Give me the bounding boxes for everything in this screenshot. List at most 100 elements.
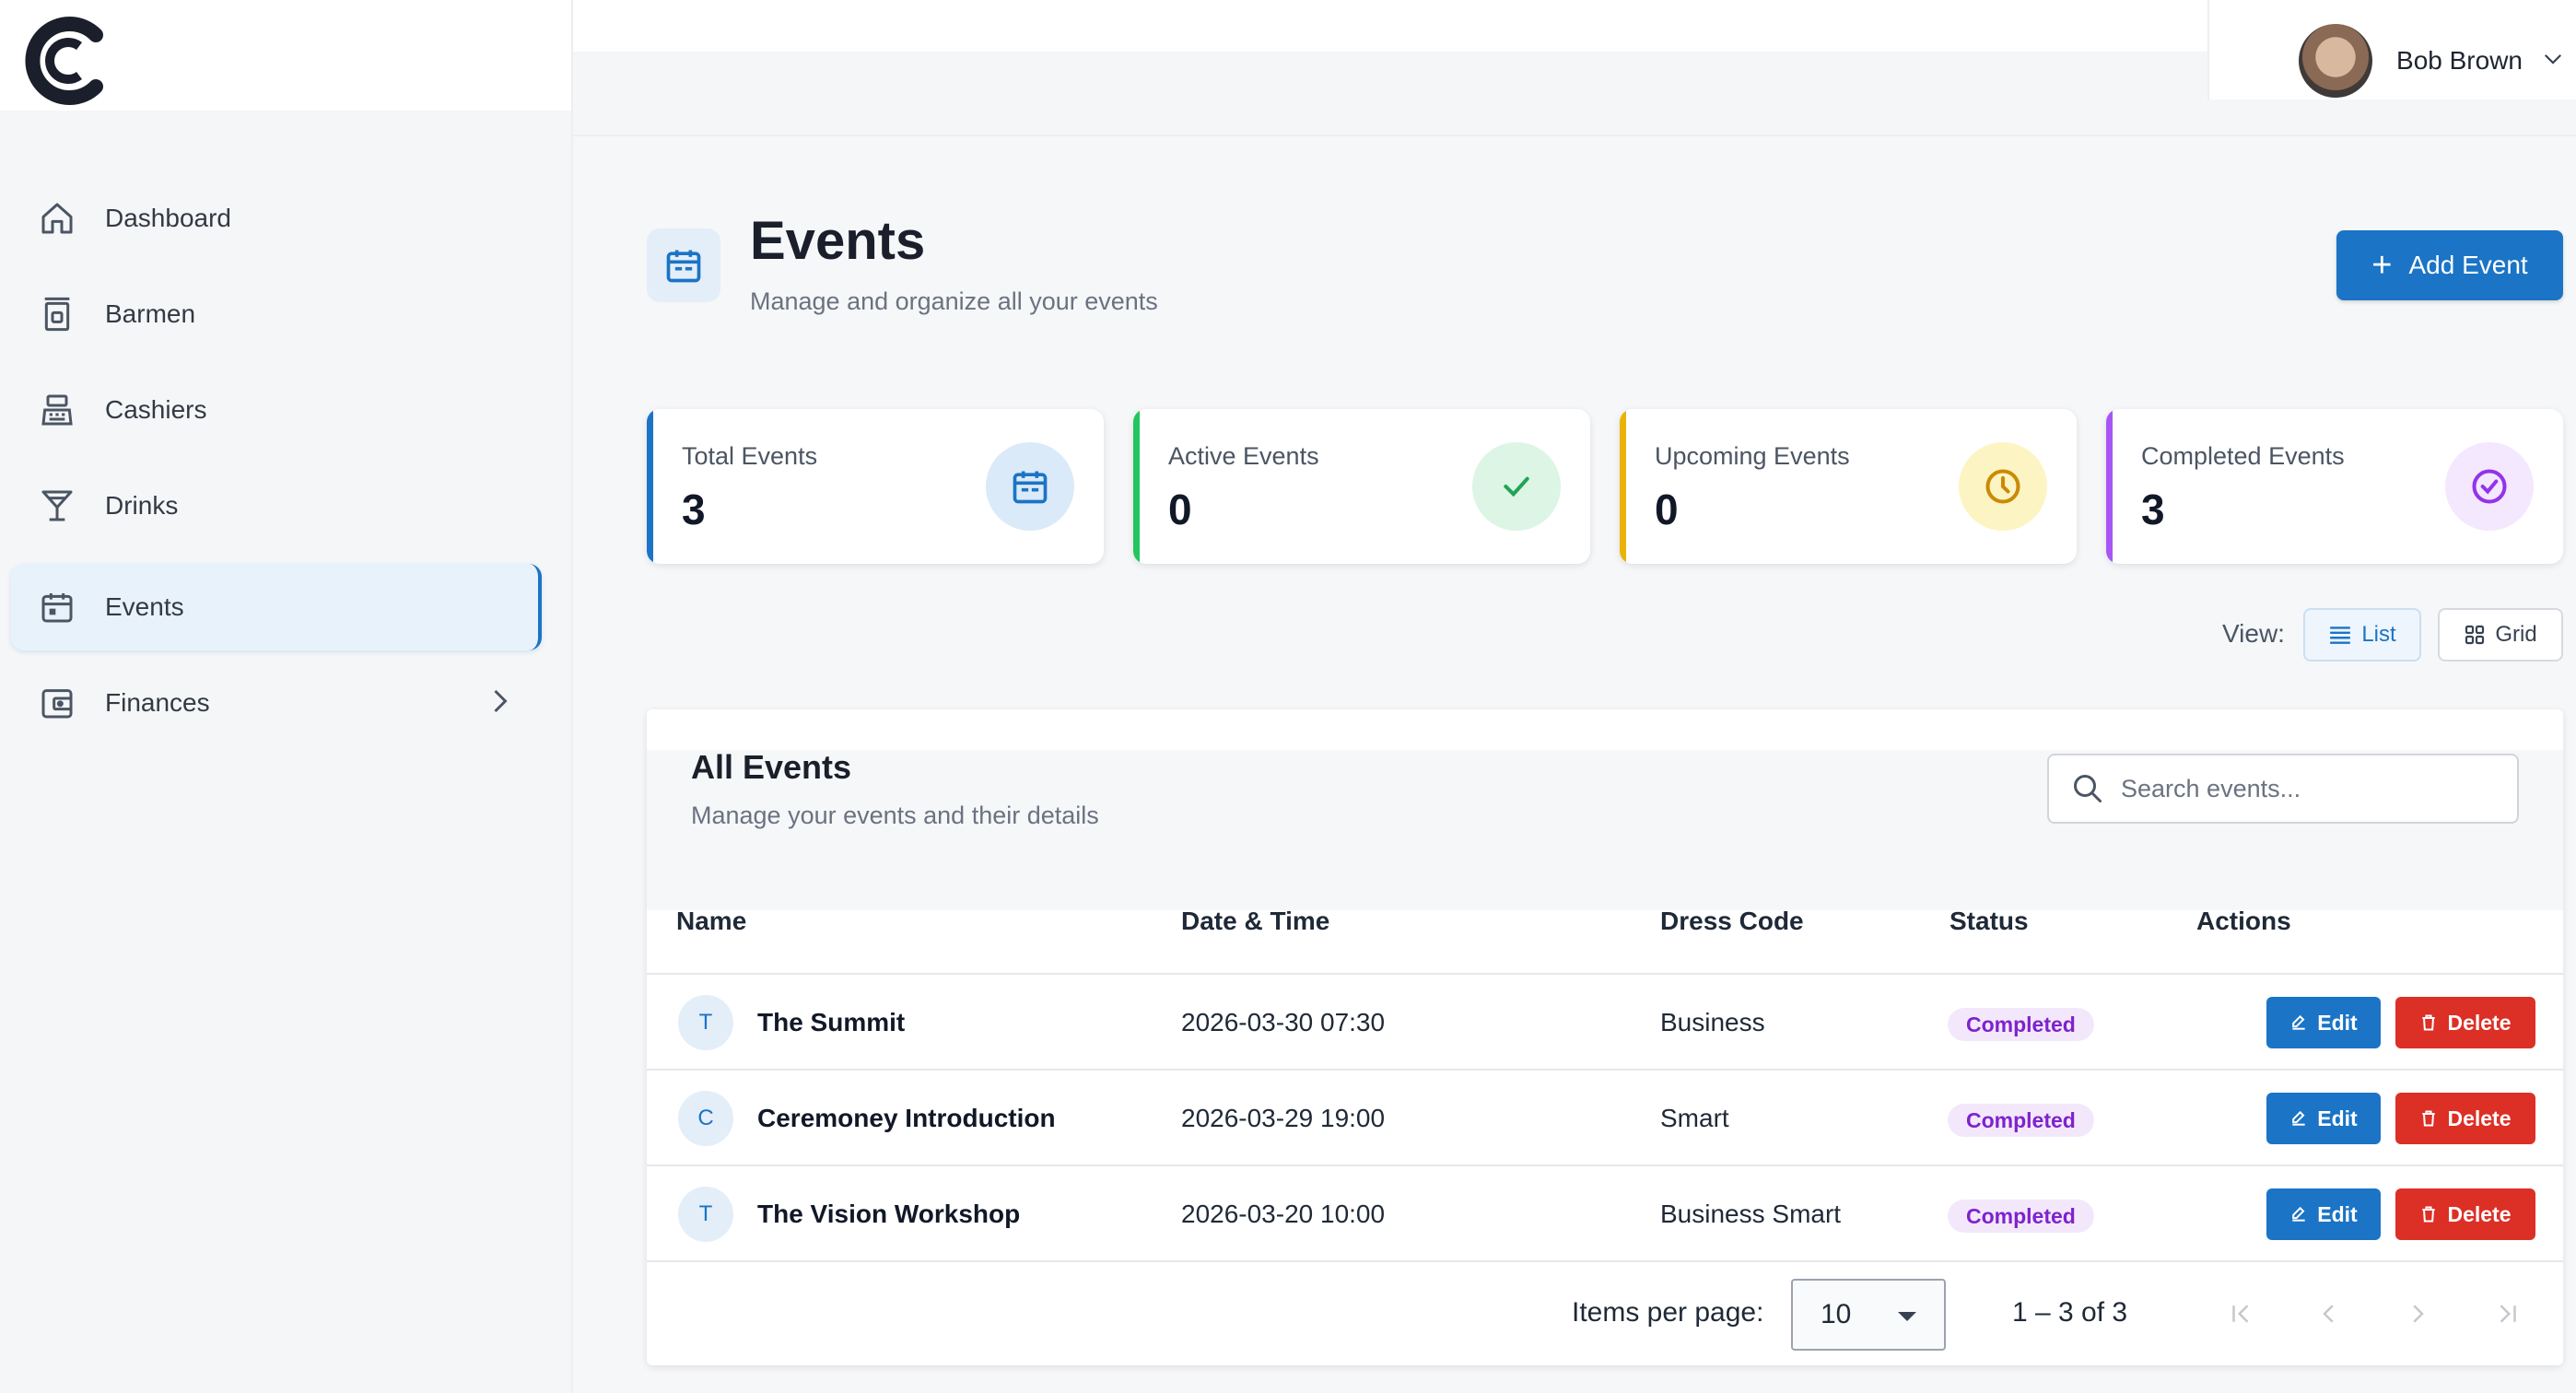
wallet-icon <box>37 683 77 723</box>
table-row[interactable]: T The Vision Workshop 2026-03-20 10:00 B… <box>647 1166 2563 1262</box>
sidebar-item-finances[interactable]: Finances <box>11 660 542 746</box>
stat-label: Total Events <box>682 442 818 470</box>
clock-icon <box>1959 442 2047 531</box>
search-box <box>2047 754 2519 824</box>
previous-page-button[interactable] <box>2311 1295 2348 1332</box>
user-menu[interactable]: Bob Brown <box>2299 22 2563 100</box>
stat-value: 3 <box>682 486 706 533</box>
stat-card-completed: Completed Events 3 <box>2106 409 2563 564</box>
delete-button[interactable]: Delete <box>2395 997 2535 1048</box>
trash-icon <box>2422 1014 2436 1031</box>
add-event-button[interactable]: + Add Event <box>2336 230 2563 300</box>
logo-area <box>0 0 571 111</box>
event-avatar: C <box>678 1091 733 1146</box>
items-per-page-label: Items per page: <box>1572 1297 1764 1328</box>
event-datetime: 2026-03-30 07:30 <box>1181 1008 1386 1036</box>
next-page-button[interactable] <box>2399 1295 2436 1332</box>
delete-label: Delete <box>2447 1010 2512 1035</box>
avatar <box>2299 24 2373 98</box>
app-logo[interactable] <box>24 15 103 107</box>
stat-accent-bar <box>1620 409 1626 564</box>
event-name: The Summit <box>757 1008 906 1036</box>
view-label: View: <box>2222 619 2285 648</box>
stat-accent-bar <box>647 409 653 564</box>
column-header-status[interactable]: Status <box>1950 907 2029 936</box>
event-avatar: T <box>678 1187 733 1242</box>
column-header-dress-code[interactable]: Dress Code <box>1660 907 1804 936</box>
grid-icon <box>2465 625 2485 645</box>
stat-card-upcoming: Upcoming Events 0 <box>1620 409 2077 564</box>
chevron-left-icon <box>2323 1305 2334 1323</box>
stat-card-total: Total Events 3 <box>647 409 1104 564</box>
delete-button[interactable]: Delete <box>2395 1093 2535 1144</box>
sidebar-item-cashiers[interactable]: Cashiers <box>11 367 542 453</box>
sidebar-item-barmen[interactable]: Barmen <box>11 271 542 357</box>
view-list-button[interactable]: List <box>2303 608 2421 661</box>
stat-value: 0 <box>1655 486 1679 533</box>
sidebar-item-drinks[interactable]: Drinks <box>11 462 542 549</box>
column-header-name[interactable]: Name <box>676 907 746 936</box>
user-name: Bob Brown <box>2396 46 2523 75</box>
table-subtitle: Manage your events and their details <box>691 802 1099 829</box>
first-page-icon <box>2232 1305 2249 1323</box>
add-event-label: Add Event <box>2408 251 2528 279</box>
check-circle-icon <box>2445 442 2534 531</box>
edit-label: Edit <box>2317 1201 2358 1226</box>
chevron-right-icon <box>2413 1305 2424 1323</box>
last-page-button[interactable] <box>2489 1295 2526 1332</box>
stat-accent-bar <box>1133 409 1140 564</box>
table-title: All Events <box>691 748 852 786</box>
edit-button[interactable]: Edit <box>2266 1188 2381 1240</box>
sidebar-item-label: Cashiers <box>105 395 207 424</box>
stat-label: Completed Events <box>2141 442 2345 470</box>
column-header-datetime[interactable]: Date & Time <box>1181 907 1329 936</box>
edit-button[interactable]: Edit <box>2266 997 2381 1048</box>
sidebar-item-label: Events <box>105 592 184 621</box>
stat-label: Upcoming Events <box>1655 442 1850 470</box>
last-page-icon <box>2500 1305 2516 1323</box>
view-grid-label: Grid <box>2495 622 2537 647</box>
chevron-right-icon <box>490 687 510 720</box>
event-datetime: 2026-03-20 10:00 <box>1181 1200 1386 1228</box>
delete-button[interactable]: Delete <box>2395 1188 2535 1240</box>
events-table-card: All Events Manage your events and their … <box>647 709 2563 1365</box>
items-per-page-select[interactable]: 10 <box>1791 1279 1946 1351</box>
status-badge: Completed <box>1948 1008 2094 1041</box>
page-title: Events <box>750 211 926 271</box>
edit-label: Edit <box>2317 1106 2358 1130</box>
sidebar-item-label: Drinks <box>105 491 179 520</box>
trash-icon <box>2422 1206 2436 1223</box>
edit-button[interactable]: Edit <box>2266 1093 2381 1144</box>
search-icon <box>2074 775 2102 802</box>
search-input[interactable] <box>2121 774 2489 803</box>
first-page-button[interactable] <box>2222 1295 2259 1332</box>
sidebar-item-label: Barmen <box>105 299 196 328</box>
topbar: Bob Brown <box>573 0 2576 136</box>
delete-label: Delete <box>2447 1106 2512 1130</box>
sidebar-item-events[interactable]: Events <box>11 564 542 650</box>
stat-card-active: Active Events 0 <box>1133 409 1590 564</box>
sidebar-item-dashboard[interactable]: Dashboard <box>11 175 542 262</box>
trash-icon <box>2422 1110 2436 1127</box>
view-grid-button[interactable]: Grid <box>2438 608 2563 661</box>
edit-icon <box>2292 1206 2305 1222</box>
table-row[interactable]: T The Summit 2026-03-30 07:30 Business C… <box>647 975 2563 1071</box>
edit-icon <box>2292 1014 2305 1030</box>
delete-label: Delete <box>2447 1201 2512 1226</box>
barman-icon <box>37 294 77 334</box>
items-per-page-value: 10 <box>1821 1299 1852 1329</box>
table-row[interactable]: C Ceremoney Introduction 2026-03-29 19:0… <box>647 1071 2563 1166</box>
column-header-actions: Actions <box>2196 907 2291 935</box>
stat-value: 3 <box>2141 486 2165 533</box>
event-dress-code: Business Smart <box>1660 1200 1842 1228</box>
pagination-range: 1 – 3 of 3 <box>2012 1297 2128 1328</box>
edit-icon <box>2292 1110 2305 1126</box>
sidebar-item-label: Dashboard <box>105 204 231 232</box>
status-badge: Completed <box>1948 1104 2094 1137</box>
stat-accent-bar <box>2106 409 2113 564</box>
list-icon <box>2330 626 2351 644</box>
home-icon <box>37 198 77 239</box>
cash-register-icon <box>37 390 77 430</box>
cocktail-glass-icon <box>37 486 77 526</box>
calendar-icon <box>986 442 1074 531</box>
